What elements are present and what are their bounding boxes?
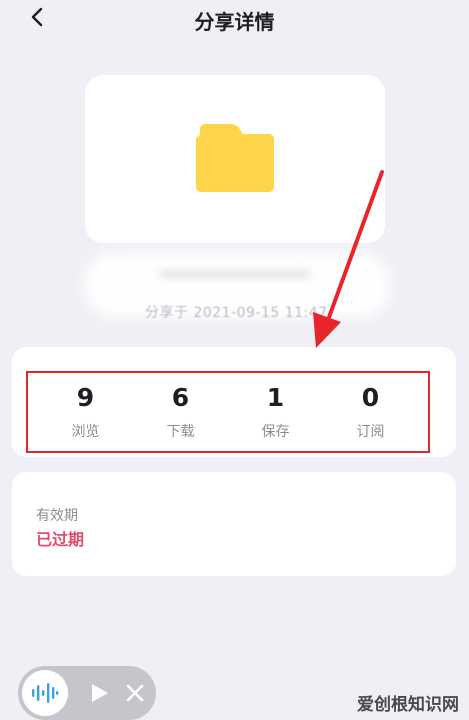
stat-value: 9: [76, 383, 95, 412]
file-preview-card[interactable]: [85, 75, 385, 243]
stat-downloads[interactable]: 6 下载: [146, 383, 216, 441]
stat-value: 0: [361, 383, 380, 412]
audio-player: [18, 666, 156, 720]
stat-label: 浏览: [71, 424, 100, 440]
stat-value: 1: [266, 383, 285, 412]
voice-wave-button[interactable]: [22, 670, 68, 716]
stat-saves[interactable]: 1 保存: [241, 383, 311, 441]
stat-subscriptions[interactable]: 0 订阅: [336, 383, 406, 441]
stats-card: 9 浏览 6 下载 1 保存 0 订阅: [12, 347, 456, 457]
stat-label: 保存: [261, 424, 290, 440]
stat-views[interactable]: 9 浏览: [51, 383, 121, 441]
file-name-blurred-text: [160, 270, 310, 278]
stats-highlight-box: 9 浏览 6 下载 1 保存 0 订阅: [26, 371, 430, 453]
folder-icon: [196, 124, 274, 192]
validity-label: 有效期: [36, 508, 78, 524]
header: 分享详情: [0, 0, 469, 40]
stat-label: 订阅: [356, 424, 385, 440]
stat-value: 6: [171, 383, 190, 412]
validity-card: 有效期 已过期: [12, 472, 456, 576]
close-icon: [126, 684, 144, 702]
play-button[interactable]: [86, 680, 112, 706]
share-time: 分享于 2021-09-15 11:47: [145, 305, 328, 321]
stat-label: 下载: [166, 424, 195, 440]
sound-wave-icon: [32, 683, 59, 703]
close-player-button[interactable]: [122, 680, 148, 706]
validity-status: 已过期: [36, 530, 85, 549]
play-icon: [92, 684, 108, 702]
watermark-text: 爱创根知识网: [357, 695, 459, 715]
page-title: 分享详情: [194, 10, 275, 34]
